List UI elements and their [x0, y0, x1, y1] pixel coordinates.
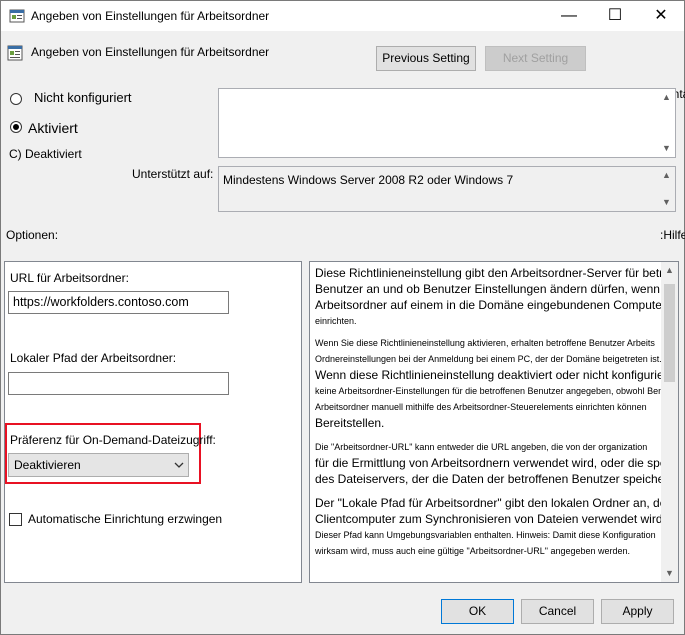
ondemand-dropdown[interactable]: Deaktivieren	[8, 453, 189, 477]
help-scrollbar[interactable]: ▲ ▼	[661, 262, 678, 582]
scroll-up-icon[interactable]: ▲	[658, 89, 675, 106]
help-text: Diese Richtlinieneinstellung gibt den Ar…	[315, 265, 679, 559]
previous-setting-button[interactable]: Previous Setting	[376, 46, 476, 71]
help-panel: Diese Richtlinieneinstellung gibt den Ar…	[309, 261, 679, 583]
apply-button[interactable]: Apply	[601, 599, 674, 624]
help-line: wirksam wird, muss auch eine gültige "Ar…	[315, 546, 631, 556]
help-line: Wenn Sie diese Richtlinieneinstellung ak…	[315, 338, 655, 348]
scroll-down-icon[interactable]: ▼	[658, 194, 675, 211]
window-title: Angeben von Einstellungen für Arbeitsord…	[31, 9, 270, 23]
help-line: Arbeitsordner auf einem in die Domäne ei…	[315, 298, 666, 312]
help-line: Clientcomputer zum Synchronisieren von D…	[315, 512, 666, 526]
enabled-label[interactable]: Aktiviert	[28, 120, 78, 136]
help-line: einrichten.	[315, 316, 357, 326]
supported-on-label: Unterstützt auf:	[132, 167, 214, 181]
scroll-up-icon[interactable]: ▲	[661, 262, 678, 279]
help-line: Wenn diese Richtlinieneinstellung deakti…	[315, 368, 678, 382]
next-setting-button[interactable]: Next Setting	[485, 46, 586, 71]
enabled-radio[interactable]	[10, 121, 22, 133]
comment-scrollbar[interactable]: ▲ ▼	[658, 89, 675, 157]
force-setup-label[interactable]: Automatische Einrichtung erzwingen	[28, 512, 222, 526]
help-line: Ordnereinstellungen bei der Anmeldung be…	[315, 354, 662, 364]
policy-dialog: Angeben von Einstellungen für Arbeitsord…	[0, 0, 685, 635]
policy-icon	[9, 9, 25, 23]
options-label: Optionen:	[6, 228, 59, 242]
options-panel: URL für Arbeitsordner: https://workfolde…	[4, 261, 302, 583]
local-path-label: Lokaler Pfad der Arbeitsordner:	[10, 351, 177, 365]
close-icon: ✕	[654, 7, 668, 24]
not-configured-radio[interactable]	[10, 93, 22, 105]
policy-title: Angeben von Einstellungen für Arbeitsord…	[31, 45, 270, 59]
maximize-button[interactable]: ☐	[592, 1, 638, 31]
scroll-up-icon[interactable]: ▲	[658, 167, 675, 184]
help-label: :Hilfe	[660, 228, 685, 242]
help-line: für die Ermittlung von Arbeitsordnern ve…	[315, 456, 678, 470]
url-label: URL für Arbeitsordner:	[10, 271, 129, 285]
local-path-input[interactable]	[8, 372, 229, 395]
close-button[interactable]: ✕	[638, 1, 684, 31]
minimize-button[interactable]: —	[546, 1, 592, 31]
url-input[interactable]: https://workfolders.contoso.com	[8, 291, 229, 314]
supported-on-box: Mindestens Windows Server 2008 R2 oder W…	[218, 166, 676, 212]
minimize-icon: —	[561, 7, 577, 24]
help-line: Benutzer an und ob Benutzer Einstellunge…	[315, 282, 679, 296]
supported-scrollbar[interactable]: ▲ ▼	[658, 167, 675, 211]
supported-on-value: Mindestens Windows Server 2008 R2 oder W…	[223, 173, 514, 187]
ondemand-value: Deaktivieren	[14, 458, 81, 472]
not-configured-label[interactable]: Nicht konfiguriert	[34, 90, 132, 105]
help-line: Dieser Pfad kann Umgebungsvariablen enth…	[315, 530, 656, 540]
scroll-down-icon[interactable]: ▼	[658, 140, 675, 157]
help-line: des Dateiservers, der die Daten der betr…	[315, 472, 675, 486]
help-line: Arbeitsordner manuell mithilfe des Arbei…	[315, 402, 647, 412]
help-line: Bereitstellen.	[315, 416, 385, 430]
help-line: keine Arbeitsordner-Einstellungen für di…	[315, 386, 679, 396]
disabled-label[interactable]: C) Deaktiviert	[9, 147, 82, 161]
force-setup-checkbox[interactable]	[9, 513, 22, 526]
ondemand-label: Präferenz für On-Demand-Dateizugriff:	[10, 433, 216, 447]
chevron-down-icon	[174, 462, 184, 468]
cancel-button[interactable]: Cancel	[521, 599, 594, 624]
help-line: Diese Richtlinieneinstellung gibt den Ar…	[315, 266, 679, 280]
scroll-thumb[interactable]	[664, 284, 675, 382]
setting-icon	[7, 45, 23, 61]
help-line: Der "Lokale Pfad für Arbeitsordner" gibt…	[315, 496, 679, 510]
scroll-down-icon[interactable]: ▼	[661, 565, 678, 582]
ok-button[interactable]: OK	[441, 599, 514, 624]
maximize-icon: ☐	[607, 7, 623, 24]
title-bar[interactable]: Angeben von Einstellungen für Arbeitsord…	[1, 1, 684, 31]
comment-textarea[interactable]: ▲ ▼	[218, 88, 676, 158]
help-line: Die "Arbeitsordner-URL" kann entweder di…	[315, 442, 648, 452]
